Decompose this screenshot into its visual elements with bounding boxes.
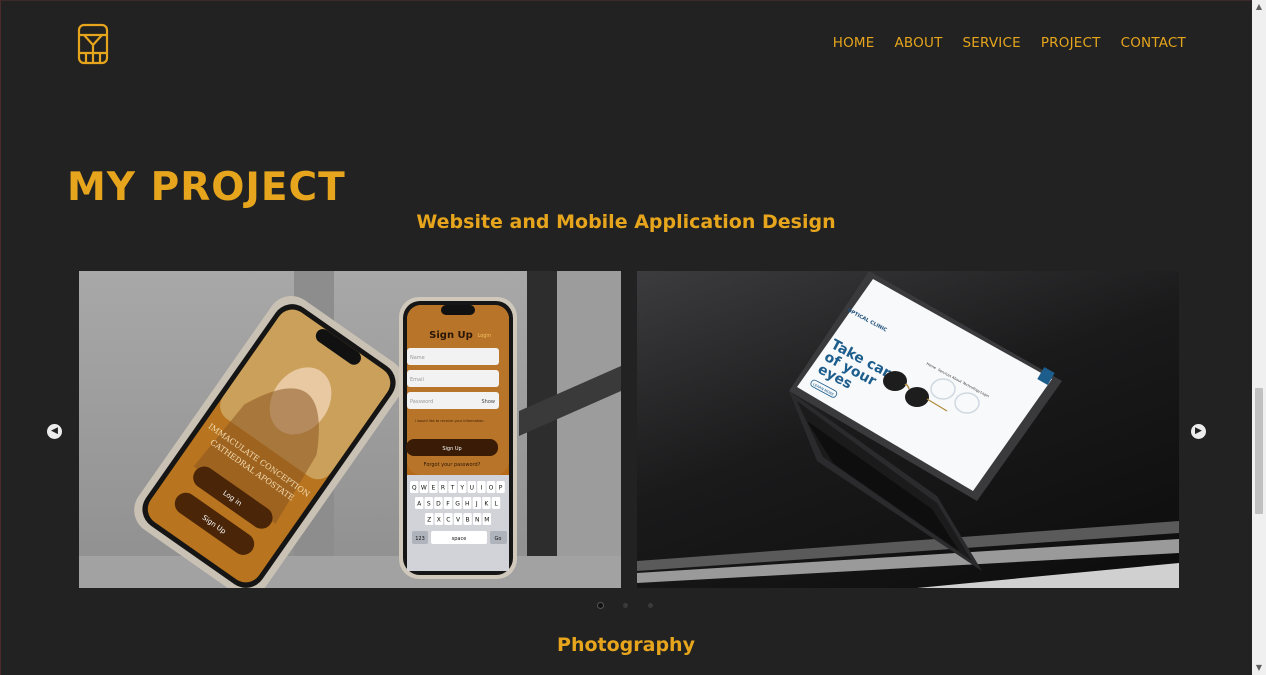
chevron-right-icon[interactable]: ▶ (1191, 424, 1206, 439)
key-go: Go (495, 536, 502, 542)
keyboard-key-label: S (427, 501, 431, 508)
keyboard-key-label: U (470, 485, 474, 492)
chevron-left-icon[interactable]: ◀ (47, 424, 62, 439)
nav-service[interactable]: SERVICE (963, 35, 1021, 51)
keyboard-key-label: B (466, 517, 470, 524)
scroll-thumb[interactable] (1255, 388, 1263, 514)
phone-right-field-1: Name (410, 355, 425, 361)
main-nav: HOME ABOUT SERVICE PROJECT CONTACT (833, 35, 1186, 51)
keyboard-key-label: R (441, 485, 445, 492)
keyboard-key-label: N (475, 517, 480, 524)
phone-right-title: Sign Up (429, 330, 473, 341)
keyboard-key-label: H (465, 501, 470, 508)
scroll-up-icon[interactable]: ▲ (1252, 0, 1266, 14)
page-scrollbar[interactable]: ▲ ▼ (1252, 0, 1266, 675)
keyboard-key-label: W (421, 485, 427, 492)
keyboard-key-label: E (432, 485, 436, 492)
key-123: 123 (415, 536, 425, 542)
carousel-dot[interactable] (648, 603, 653, 608)
phone-right-show: Show (482, 399, 496, 405)
carousel-slide-website[interactable]: OPTICAL CLINIC Take care of your eyes LE… (637, 271, 1179, 588)
keyboard-key-label: T (450, 485, 455, 492)
keyboard-key-label: Y (459, 485, 464, 492)
keyboard-key-label: X (437, 517, 441, 524)
photography-title: Photography (557, 634, 695, 656)
phone-right-login-link: Login (478, 333, 492, 339)
keyboard-key-label: O (489, 485, 494, 492)
keyboard-key-label: F (446, 501, 450, 508)
carousel-dots (598, 603, 653, 608)
key-space: space (452, 536, 467, 542)
keyboard-key-label: C (446, 517, 450, 524)
phone-right-field-3: Password (410, 399, 433, 405)
keyboard-key-label: I (481, 485, 483, 492)
phone-right-checkbox: I would like to receive your information… (415, 419, 485, 423)
section-subtitle: Website and Mobile Application Design (416, 211, 836, 233)
keyboard-key-label: M (484, 517, 489, 524)
monogram-logo-icon[interactable] (76, 22, 110, 66)
carousel-dot[interactable] (598, 603, 603, 608)
phone-right-signup-btn: Sign Up (442, 446, 461, 452)
keyboard-key-label: Z (427, 517, 431, 524)
keyboard-key-label: Q (412, 485, 417, 492)
nav-about[interactable]: ABOUT (895, 35, 943, 51)
keyboard-key-label: P (499, 485, 503, 492)
section-title: MY PROJECT (67, 165, 346, 210)
phones-mockup-image: IMMACULATE CONCEPTION CATHEDRAL APOSTATE… (79, 271, 621, 588)
keyboard-key-label: G (455, 501, 460, 508)
scroll-down-icon[interactable]: ▼ (1252, 661, 1266, 675)
phone-right-forgot: Forgot your password? (424, 462, 481, 468)
phone-right-field-2: Email (410, 377, 424, 383)
keyboard-key-label: D (436, 501, 441, 508)
keyboard-key-label: J (475, 501, 478, 508)
nav-contact[interactable]: CONTACT (1121, 35, 1186, 51)
nav-project[interactable]: PROJECT (1041, 35, 1101, 51)
carousel-dot[interactable] (623, 603, 628, 608)
nav-home[interactable]: HOME (833, 35, 875, 51)
carousel-slide-mobile[interactable]: IMMACULATE CONCEPTION CATHEDRAL APOSTATE… (79, 271, 621, 588)
laptop-mockup-image: OPTICAL CLINIC Take care of your eyes LE… (637, 271, 1179, 588)
